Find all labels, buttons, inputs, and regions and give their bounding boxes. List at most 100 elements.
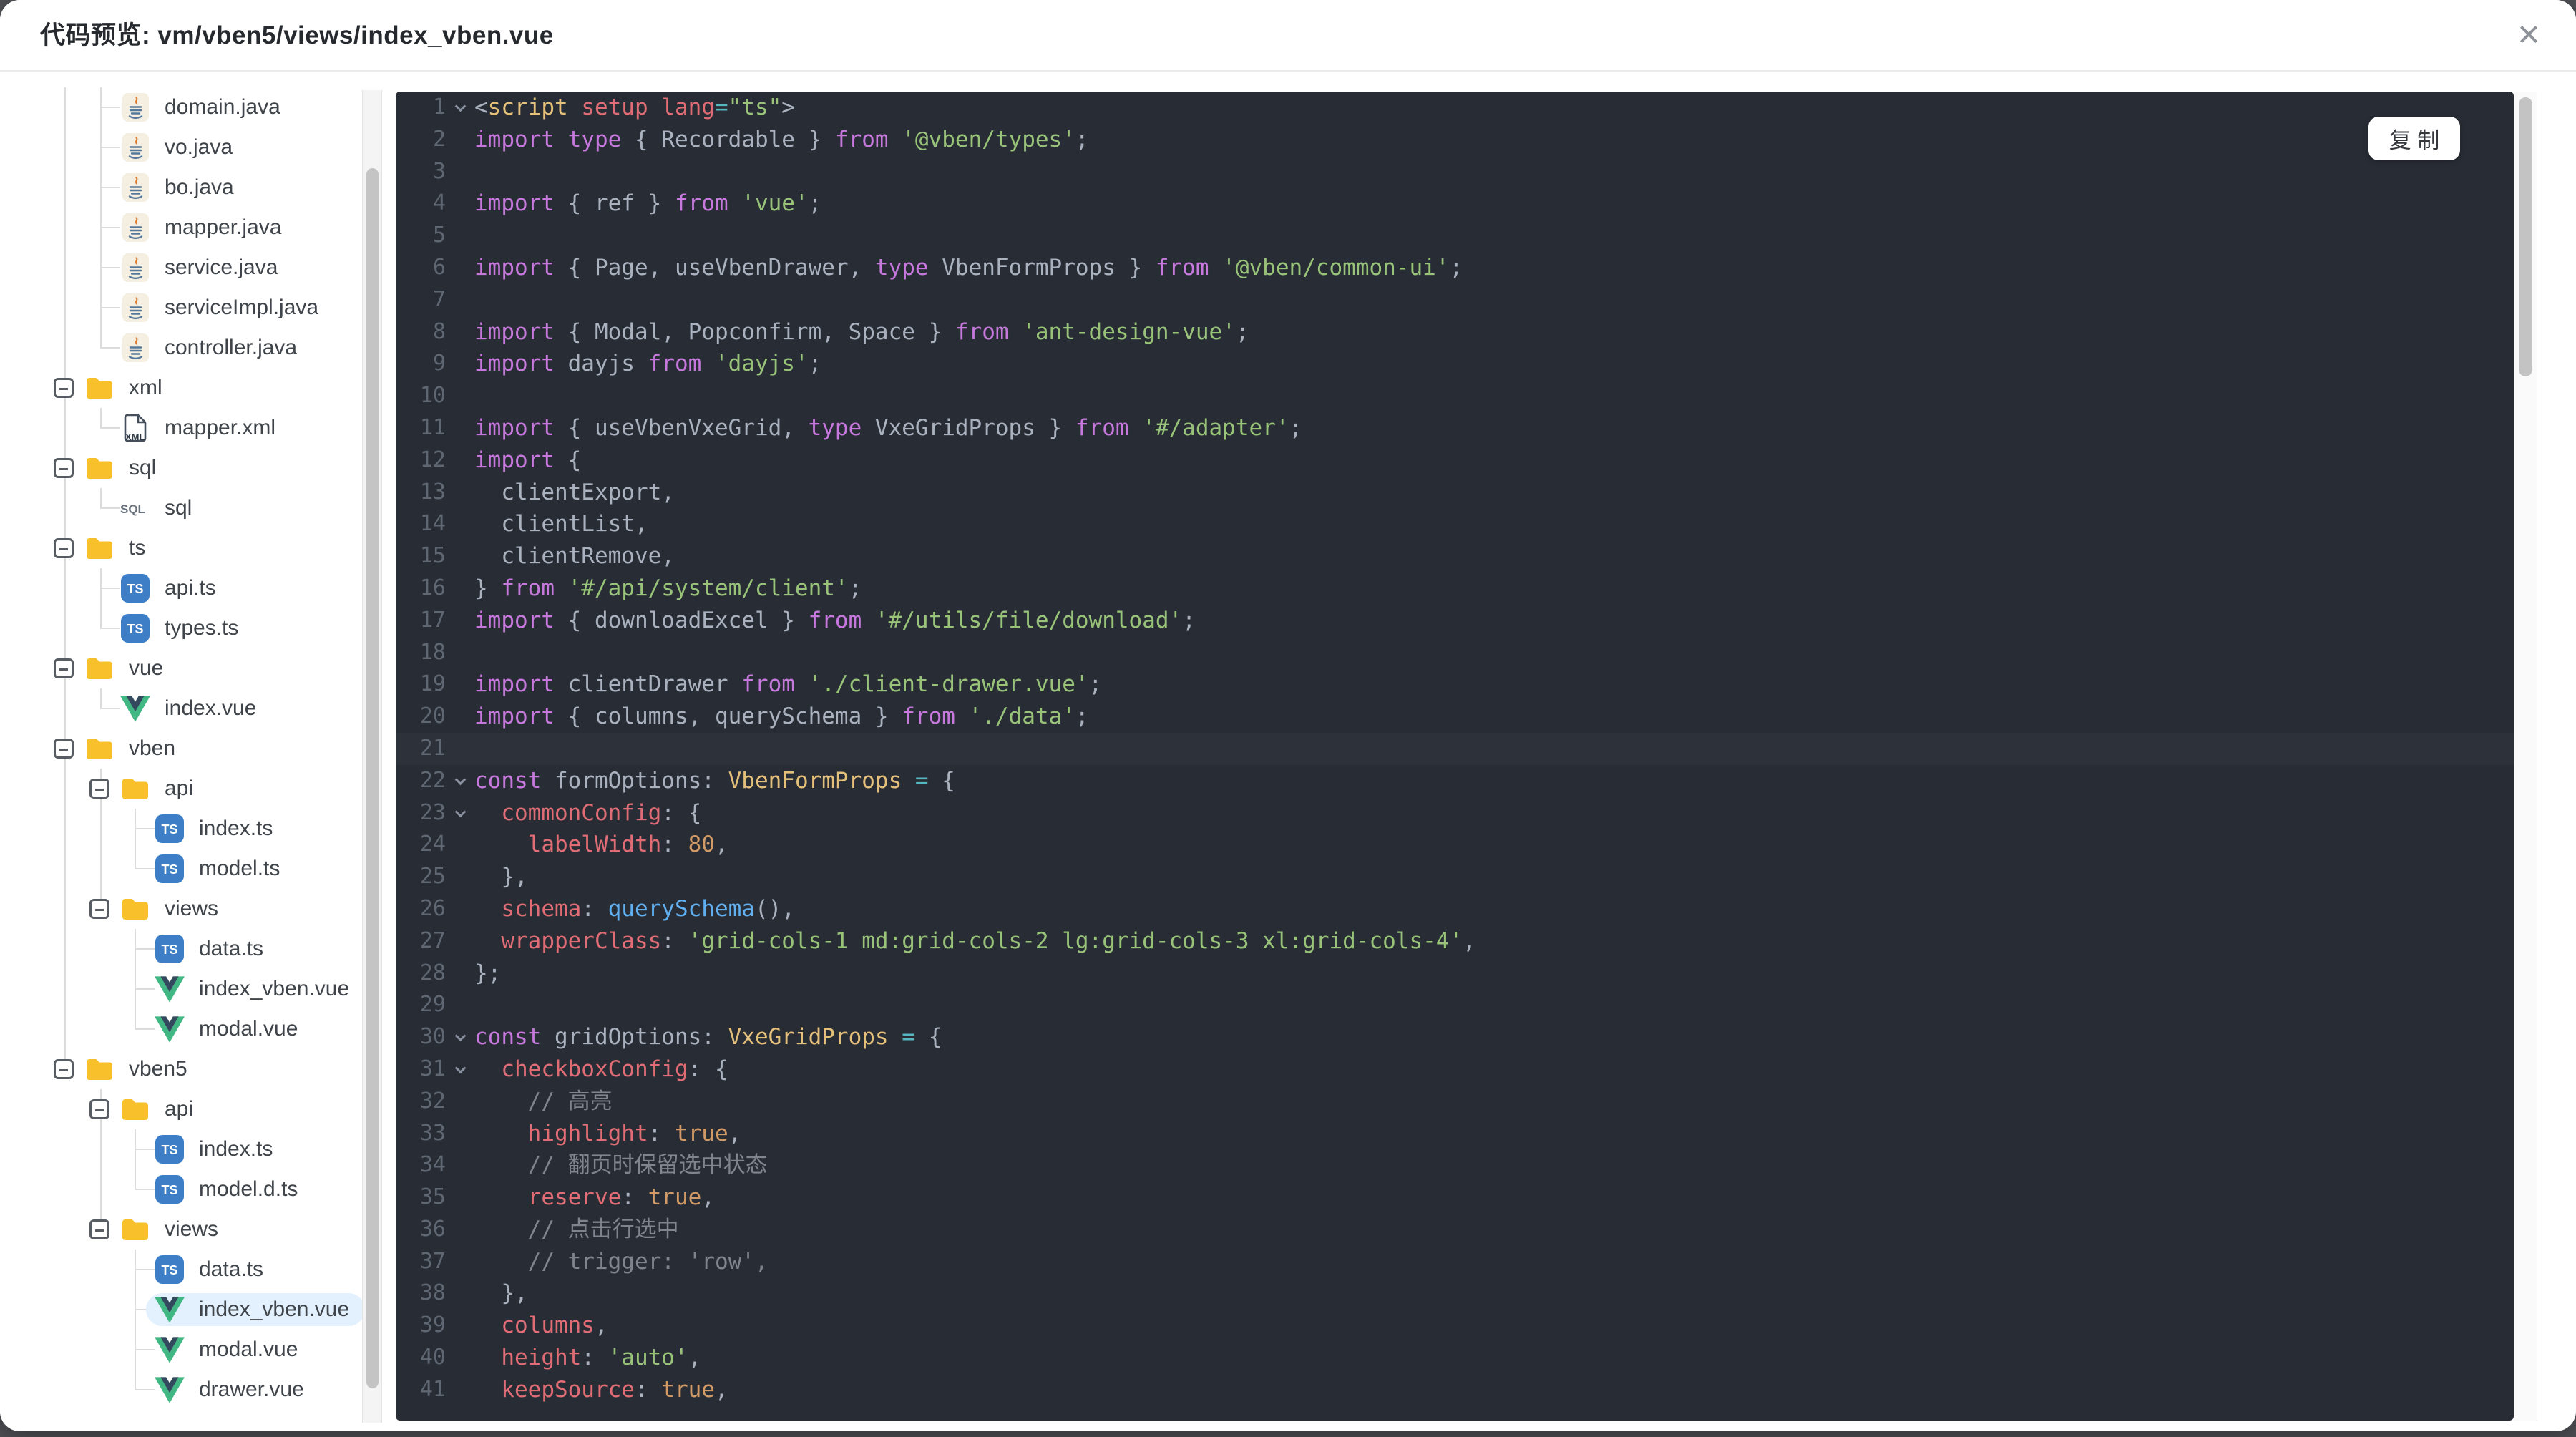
tree-file-mapper.java[interactable]: mapper.java bbox=[0, 208, 396, 248]
tree-file-service.java[interactable]: service.java bbox=[0, 248, 396, 288]
fold-chevron-icon[interactable] bbox=[446, 92, 474, 124]
tree-item-content[interactable]: mapper.java bbox=[112, 211, 297, 244]
collapse-toggle-icon[interactable] bbox=[54, 1059, 74, 1079]
collapse-toggle-icon[interactable] bbox=[89, 1099, 109, 1119]
tree-item-content[interactable]: TS api.ts bbox=[112, 572, 232, 605]
tree-item-content[interactable]: views bbox=[112, 892, 234, 925]
tree-item-content[interactable]: index_vben.vue bbox=[146, 973, 365, 1005]
tree-folder-vben[interactable]: vben bbox=[0, 729, 396, 769]
tree-item-content[interactable]: index.vue bbox=[112, 692, 272, 725]
tree-file-serviceImpl.java[interactable]: serviceImpl.java bbox=[0, 288, 396, 328]
tree-item-content[interactable]: TS index.ts bbox=[146, 1133, 288, 1166]
tree-folder-api[interactable]: api bbox=[0, 769, 396, 809]
tree-folder-sql[interactable]: sql bbox=[0, 448, 396, 488]
editor-scrollbar-thumb[interactable] bbox=[2519, 97, 2532, 376]
tree-file-modal.vue[interactable]: modal.vue bbox=[0, 1009, 396, 1049]
tree-item-content[interactable]: SQL sql bbox=[112, 492, 208, 525]
tree-item-content[interactable]: XML mapper.xml bbox=[112, 411, 291, 444]
tree-item-content[interactable]: views bbox=[112, 1213, 234, 1246]
code-line-3: 3 bbox=[396, 156, 2514, 188]
tree-file-types.ts[interactable]: TS types.ts bbox=[0, 608, 396, 648]
code-line-18: 18 bbox=[396, 637, 2514, 669]
tree-item-content[interactable]: serviceImpl.java bbox=[112, 291, 334, 324]
tree-folder-xml[interactable]: xml bbox=[0, 368, 396, 408]
tree-item-content[interactable]: modal.vue bbox=[146, 1013, 313, 1046]
tree-folder-api[interactable]: api bbox=[0, 1089, 396, 1129]
fold-chevron-icon[interactable] bbox=[446, 797, 474, 829]
tree-file-index_vben.vue[interactable]: index_vben.vue bbox=[0, 969, 396, 1009]
java-icon bbox=[119, 333, 152, 362]
collapse-toggle-icon[interactable] bbox=[54, 739, 74, 759]
code-text: schema: querySchema(), bbox=[474, 895, 795, 922]
tree-item-content[interactable]: sql bbox=[76, 452, 172, 484]
tree-item-content[interactable]: api bbox=[112, 1093, 209, 1126]
fold-chevron-icon[interactable] bbox=[446, 765, 474, 797]
tree-folder-views[interactable]: views bbox=[0, 889, 396, 929]
tree-file-controller.java[interactable]: controller.java bbox=[0, 328, 396, 368]
tree-item-content[interactable]: domain.java bbox=[112, 91, 296, 124]
tree-item-content[interactable]: modal.vue bbox=[146, 1333, 313, 1366]
folder-icon bbox=[119, 776, 152, 801]
tree-folder-vben5[interactable]: vben5 bbox=[0, 1049, 396, 1089]
tree-file-bo.java[interactable]: bo.java bbox=[0, 167, 396, 208]
collapse-toggle-icon[interactable] bbox=[89, 899, 109, 919]
collapse-toggle-icon[interactable] bbox=[89, 1219, 109, 1239]
tree-folder-vue[interactable]: vue bbox=[0, 648, 396, 688]
tree-file-sql[interactable]: SQL sql bbox=[0, 488, 396, 528]
tree-folder-views[interactable]: views bbox=[0, 1209, 396, 1250]
tree-scrollbar-thumb[interactable] bbox=[366, 168, 379, 1388]
tree-item-content[interactable]: TS index.ts bbox=[146, 812, 288, 845]
tree-item-content[interactable]: index_vben.vue bbox=[146, 1293, 366, 1326]
tree-item-content[interactable]: vue bbox=[76, 652, 179, 685]
editor-scrollbar[interactable] bbox=[2514, 92, 2537, 1421]
tree-guide-line bbox=[64, 408, 66, 448]
line-number: 37 bbox=[419, 1248, 446, 1274]
tree-file-model.ts[interactable]: TS model.ts bbox=[0, 849, 396, 889]
code-text: <script setup lang="ts"> bbox=[474, 94, 795, 120]
fold-chevron-icon[interactable] bbox=[446, 1021, 474, 1053]
tree-item-content[interactable]: vben5 bbox=[76, 1053, 203, 1086]
tree-item-content[interactable]: ts bbox=[76, 532, 161, 565]
close-icon[interactable]: × bbox=[2503, 10, 2555, 62]
code-line-15: 15 clientRemove, bbox=[396, 540, 2514, 573]
tree-file-index_vben.vue[interactable]: index_vben.vue bbox=[0, 1290, 396, 1330]
copy-button[interactable]: 复 制 bbox=[2368, 117, 2460, 160]
collapse-toggle-icon[interactable] bbox=[89, 779, 109, 799]
tree-item-content[interactable]: controller.java bbox=[112, 331, 313, 364]
tree-item-content[interactable]: xml bbox=[76, 371, 178, 404]
tree-file-index.ts[interactable]: TS index.ts bbox=[0, 1129, 396, 1169]
ts-icon: TS bbox=[153, 935, 186, 963]
tree-file-api.ts[interactable]: TS api.ts bbox=[0, 568, 396, 608]
tree-file-model.d.ts[interactable]: TS model.d.ts bbox=[0, 1169, 396, 1209]
tree-item-content[interactable]: vo.java bbox=[112, 131, 248, 164]
tree-item-content[interactable]: drawer.vue bbox=[146, 1373, 320, 1406]
tree-file-vo.java[interactable]: vo.java bbox=[0, 127, 396, 167]
tree-file-index.vue[interactable]: index.vue bbox=[0, 688, 396, 729]
tree-file-data.ts[interactable]: TS data.ts bbox=[0, 1250, 396, 1290]
tree-file-index.ts[interactable]: TS index.ts bbox=[0, 809, 396, 849]
tree-scrollbar[interactable] bbox=[362, 90, 382, 1423]
tree-item-content[interactable]: TS model.ts bbox=[146, 852, 296, 885]
collapse-toggle-icon[interactable] bbox=[54, 658, 74, 678]
fold-chevron-icon[interactable] bbox=[446, 1053, 474, 1086]
tree-file-modal.vue[interactable]: modal.vue bbox=[0, 1330, 396, 1370]
tree-item-content[interactable]: TS data.ts bbox=[146, 1253, 279, 1286]
tree-item-label: views bbox=[165, 1217, 219, 1241]
tree-file-drawer.vue[interactable]: drawer.vue bbox=[0, 1370, 396, 1410]
tree-item-content[interactable]: service.java bbox=[112, 251, 293, 284]
tree-file-data.ts[interactable]: TS data.ts bbox=[0, 929, 396, 969]
collapse-toggle-icon[interactable] bbox=[54, 378, 74, 398]
tree-item-content[interactable]: vben bbox=[76, 732, 191, 765]
tree-item-content[interactable]: api bbox=[112, 772, 209, 805]
collapse-toggle-icon[interactable] bbox=[54, 458, 74, 478]
tree-item-content[interactable]: TS types.ts bbox=[112, 612, 254, 645]
tree-item-content[interactable]: bo.java bbox=[112, 171, 250, 204]
code-line-41: 41 keepSource: true, bbox=[396, 1374, 2514, 1406]
tree-item-content[interactable]: TS data.ts bbox=[146, 932, 279, 965]
code-line-24: 24 labelWidth: 80, bbox=[396, 829, 2514, 861]
collapse-toggle-icon[interactable] bbox=[54, 538, 74, 558]
tree-file-domain.java[interactable]: domain.java bbox=[0, 87, 396, 127]
tree-folder-ts[interactable]: ts bbox=[0, 528, 396, 568]
tree-file-mapper.xml[interactable]: XML mapper.xml bbox=[0, 408, 396, 448]
tree-item-content[interactable]: TS model.d.ts bbox=[146, 1173, 313, 1206]
